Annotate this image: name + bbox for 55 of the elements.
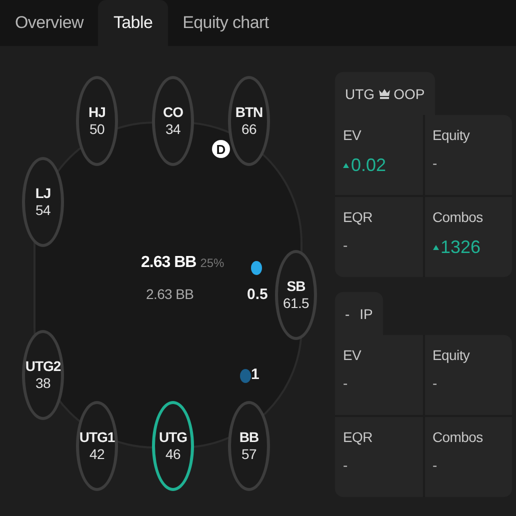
pot-total: 2.63 BB: [145, 286, 195, 302]
seat-position: BTN: [235, 104, 263, 121]
seat-position: SB: [286, 278, 306, 295]
seat-stack: 38: [36, 375, 50, 392]
seat-position: UTG1: [79, 429, 115, 446]
seat-stack: 57: [242, 446, 256, 463]
stat-value: -: [432, 375, 438, 391]
up-arrow-icon: [343, 163, 349, 168]
crown-icon: [378, 88, 390, 98]
stat-value: -: [343, 237, 349, 253]
stat-value: -: [432, 457, 438, 473]
seat[interactable]: HJ 50: [76, 76, 118, 166]
seat-stack: 46: [166, 446, 180, 463]
stat-label: Combos: [432, 429, 484, 445]
stat-label: Equity: [432, 127, 471, 143]
seat-stack: 66: [242, 121, 256, 138]
seat-stack: 54: [36, 202, 50, 219]
tab[interactable]: Overview: [0, 0, 98, 46]
seat[interactable]: UTG1 42: [76, 401, 118, 491]
bet-amount: 1: [251, 366, 260, 383]
seat-stack: 34: [166, 121, 180, 138]
seat-stack: 61.5: [282, 295, 310, 312]
bet-amount: 0.5: [247, 286, 268, 303]
stat-label: Equity: [432, 347, 471, 363]
seat-position: LJ: [35, 185, 51, 202]
tab[interactable]: Equity chart: [168, 0, 284, 46]
stat-value: -: [343, 375, 349, 391]
stat-value: 0.02: [343, 155, 414, 176]
seat-stack: 50: [90, 121, 104, 138]
seat[interactable]: LJ 54: [22, 157, 64, 247]
player-header: - IP: [335, 292, 383, 335]
stat-label: EV: [343, 127, 362, 143]
stat-value: -: [432, 155, 438, 171]
seat-position: CO: [163, 104, 183, 121]
seat-position: HJ: [88, 104, 106, 121]
stat-value: 1326: [432, 237, 504, 258]
stat-label: Combos: [432, 209, 484, 225]
seat-position: UTG2: [25, 358, 61, 375]
seat-position: BB: [239, 429, 259, 446]
tab[interactable]: Table: [98, 0, 168, 46]
stat-label: EV: [343, 347, 362, 363]
stat-label: EQR: [343, 429, 374, 445]
seat[interactable]: UTG 46: [152, 401, 194, 491]
seat[interactable]: BB 57: [228, 401, 270, 491]
seat-position: UTG: [158, 429, 188, 446]
up-arrow-icon: [432, 245, 438, 250]
seat[interactable]: BTN 66: [228, 76, 270, 166]
seat[interactable]: CO 34: [152, 76, 194, 166]
pot-percent: 25%: [200, 256, 224, 270]
player-header: UTG OOP: [335, 72, 435, 115]
seat-stack: 42: [90, 446, 104, 463]
stat-label: EQR: [343, 209, 374, 225]
pot-amount: 2.63 BB: [141, 254, 196, 272]
stat-value: -: [343, 457, 349, 473]
seat[interactable]: UTG2 38: [22, 330, 64, 420]
